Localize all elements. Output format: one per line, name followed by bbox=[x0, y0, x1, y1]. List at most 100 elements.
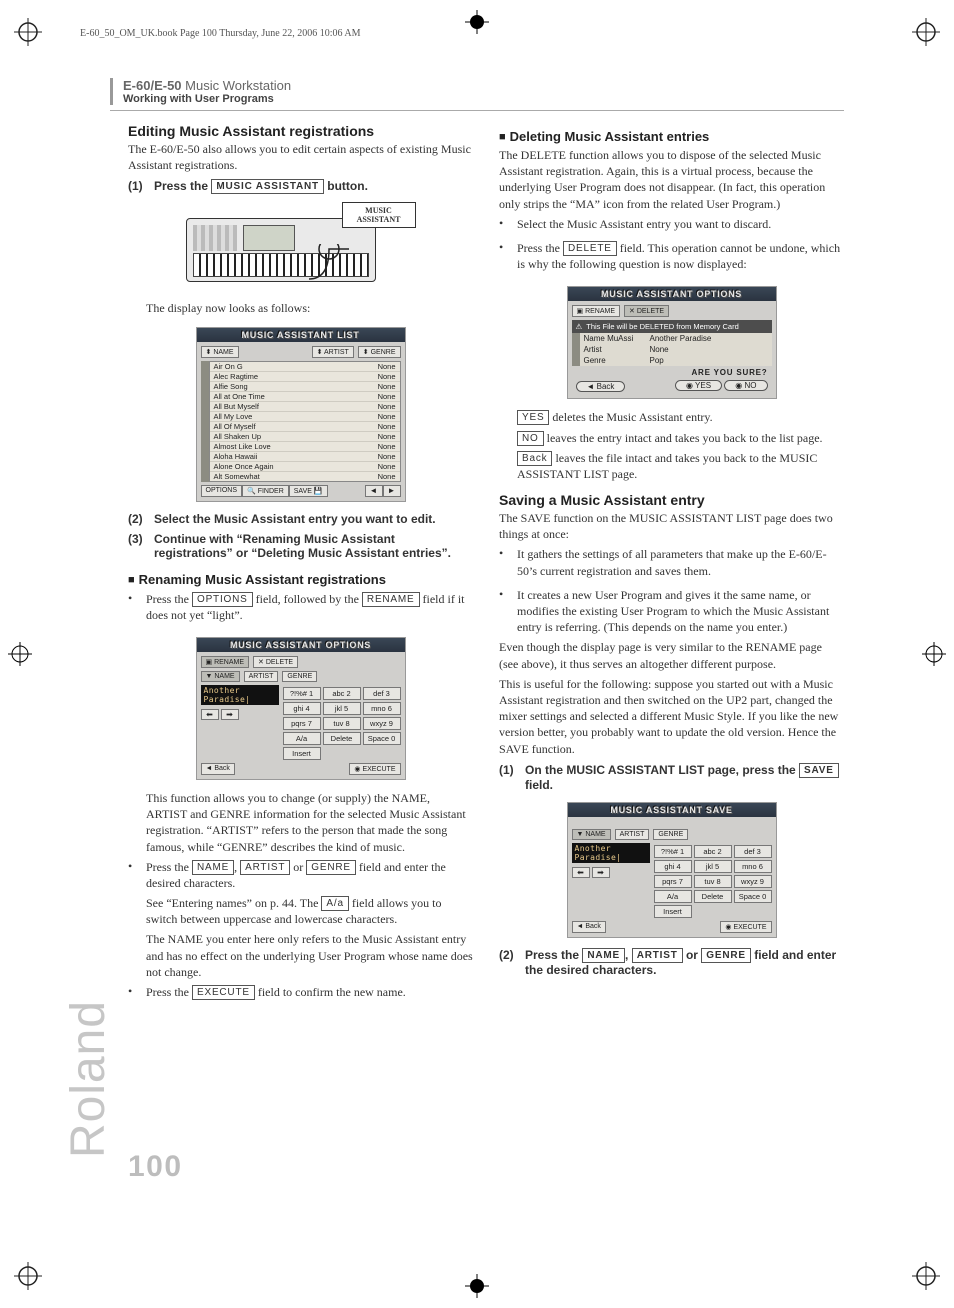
keypad-key: Delete bbox=[694, 890, 732, 903]
registration-mark-icon bbox=[465, 10, 489, 34]
crop-mark-icon bbox=[912, 18, 940, 46]
paragraph: Back leaves the file intact and takes yo… bbox=[517, 450, 844, 482]
genre-field: GENRE bbox=[282, 671, 317, 682]
keypad-key: jkl 5 bbox=[694, 860, 732, 873]
product-title: E-60/E-50 Music Workstation bbox=[123, 78, 844, 93]
text-keypad: ?!%# 1abc 2def 3ghi 4jkl 5mno 6pqrs 7tuv… bbox=[654, 845, 772, 918]
figure-title: MUSIC ASSISTANT SAVE bbox=[568, 803, 776, 817]
name-field-label: NAME bbox=[582, 948, 625, 963]
delete-tab: ✕ DELETE bbox=[253, 656, 298, 668]
keypad-key: tuv 8 bbox=[323, 717, 361, 730]
keypad-key: Space 0 bbox=[363, 732, 401, 745]
keypad-key: wxyz 9 bbox=[363, 717, 401, 730]
crop-mark-icon bbox=[14, 1262, 42, 1290]
list-item: Air On GNone bbox=[210, 362, 400, 372]
cursor-right-icon: ➡ bbox=[592, 867, 610, 878]
artist-field: ARTIST bbox=[244, 671, 279, 682]
bullet: Press the DELETE field. This operation c… bbox=[499, 240, 844, 276]
warning-strip: ⚠This File will be DELETED from Memory C… bbox=[572, 320, 772, 333]
keypad-key: ghi 4 bbox=[283, 702, 321, 715]
keypad-key: Delete bbox=[323, 732, 361, 745]
list-item: All Shaken UpNone bbox=[210, 432, 400, 442]
artist-field-label: ARTIST bbox=[632, 948, 683, 963]
heading-editing: Editing Music Assistant registrations bbox=[128, 123, 473, 139]
back-label: Back bbox=[517, 451, 552, 466]
finder-button: 🔍 FINDER bbox=[242, 485, 289, 497]
sort-artist-button: ⬍ ARTIST bbox=[312, 346, 354, 358]
cursor-left-icon: ⬅ bbox=[572, 867, 590, 878]
keypad-key: pqrs 7 bbox=[654, 875, 692, 888]
paragraph: The NAME you enter here only refers to t… bbox=[146, 931, 473, 980]
back-button: ◄ Back bbox=[201, 763, 235, 775]
bullet: Press the NAME, ARTIST or GENRE field an… bbox=[128, 859, 473, 895]
genre-field: GENRE bbox=[653, 829, 688, 840]
options-button: OPTIONS bbox=[201, 485, 243, 497]
paragraph: This is useful for the following: suppos… bbox=[499, 676, 844, 757]
page-slug: E-60_50_OM_UK.book Page 100 Thursday, Ju… bbox=[80, 28, 361, 39]
text-keypad: ?!%# 1abc 2def 3ghi 4jkl 5mno 6pqrs 7tuv… bbox=[283, 687, 401, 760]
figure-ma-options-delete: MUSIC ASSISTANT OPTIONS ▣ RENAME ✕ DELET… bbox=[567, 286, 777, 399]
paragraph: See “Entering names” on p. 44. The A/a f… bbox=[146, 895, 473, 927]
paragraph: YES deletes the Music Assistant entry. bbox=[517, 409, 844, 425]
list-item: All Of MyselfNone bbox=[210, 422, 400, 432]
cursor-left-icon: ⬅ bbox=[201, 709, 219, 720]
keypad-key: Insert bbox=[654, 905, 692, 918]
bullet: It gathers the settings of all parameter… bbox=[499, 546, 844, 582]
are-you-sure-label: ARE YOU SURE? bbox=[572, 366, 772, 379]
registration-mark-icon bbox=[8, 642, 32, 666]
figure-title: MUSIC ASSISTANT OPTIONS bbox=[197, 638, 405, 652]
figure-ma-save: MUSIC ASSISTANT SAVE ▼ NAME ARTIST GENRE… bbox=[567, 802, 777, 938]
registration-mark-icon bbox=[922, 642, 946, 666]
list-item: All My LoveNone bbox=[210, 412, 400, 422]
keypad-key: def 3 bbox=[734, 845, 772, 858]
genre-field-label: GENRE bbox=[306, 860, 356, 875]
rename-field-label: RENAME bbox=[362, 592, 420, 607]
music-assistant-button-label: MUSIC ASSISTANT bbox=[211, 179, 324, 194]
no-label: NO bbox=[517, 431, 544, 446]
save-field-label: SAVE bbox=[799, 763, 839, 778]
delete-field-label: DELETE bbox=[563, 241, 617, 256]
artist-field-label: ARTIST bbox=[240, 860, 290, 875]
paragraph: NO leaves the entry intact and takes you… bbox=[517, 430, 844, 446]
figure-title: MUSIC ASSISTANT LIST bbox=[197, 328, 405, 342]
keypad-key: ghi 4 bbox=[654, 860, 692, 873]
info-row: GenrePop bbox=[580, 355, 772, 366]
yes-button: ◉ YES bbox=[675, 380, 722, 391]
list-scroll-handle-icon bbox=[572, 333, 580, 366]
execute-button: ◉ EXECUTE bbox=[720, 921, 771, 933]
keypad-key: pqrs 7 bbox=[283, 717, 321, 730]
warning-icon: ⚠ bbox=[576, 322, 583, 331]
figure-title: MUSIC ASSISTANT OPTIONS bbox=[568, 287, 776, 301]
keypad-key: wxyz 9 bbox=[734, 875, 772, 888]
bullet: It creates a new User Program and gives … bbox=[499, 587, 844, 640]
keypad-key: Insert bbox=[283, 747, 321, 760]
step-3: (3) Continue with “Renaming Music Assist… bbox=[128, 532, 473, 560]
paragraph: The display now looks as follows: bbox=[146, 300, 473, 316]
back-button: ◄ Back bbox=[572, 921, 606, 933]
name-field-label: NAME bbox=[192, 860, 234, 875]
case-toggle-label: A/a bbox=[321, 896, 348, 911]
keypad-key: tuv 8 bbox=[694, 875, 732, 888]
no-button: ◉ NO bbox=[724, 380, 767, 391]
step-2: (2) Select the Music Assistant entry you… bbox=[128, 512, 473, 526]
name-field: ▼ NAME bbox=[201, 671, 240, 682]
next-arrow-icon: ► bbox=[383, 485, 401, 497]
list-item: Alfie SongNone bbox=[210, 382, 400, 392]
bullet: Press the EXECUTE field to confirm the n… bbox=[128, 984, 473, 1004]
paragraph: The E-60/E-50 also allows you to edit ce… bbox=[128, 141, 473, 173]
running-header: E-60/E-50 Music Workstation Working with… bbox=[110, 78, 844, 105]
options-field-label: OPTIONS bbox=[192, 592, 253, 607]
step-1: (1) Press the MUSIC ASSISTANT button. bbox=[128, 179, 473, 194]
keyboard-illustration: MUSIC ASSISTANT bbox=[186, 204, 416, 294]
rename-tab: ▣ RENAME bbox=[201, 656, 250, 668]
bullet: Press the OPTIONS field, followed by the… bbox=[128, 591, 473, 627]
keypad-key: mno 6 bbox=[734, 860, 772, 873]
chapter-title: Working with User Programs bbox=[123, 93, 844, 105]
list-item: Almost Like LoveNone bbox=[210, 442, 400, 452]
keypad-key: A/a bbox=[283, 732, 321, 745]
paragraph: The DELETE function allows you to dispos… bbox=[499, 147, 844, 212]
execute-button: ◉ EXECUTE bbox=[349, 763, 400, 775]
name-input-value: Another Paradise| bbox=[572, 843, 650, 863]
leader-line-icon bbox=[304, 244, 354, 284]
keypad-key: ?!%# 1 bbox=[654, 845, 692, 858]
